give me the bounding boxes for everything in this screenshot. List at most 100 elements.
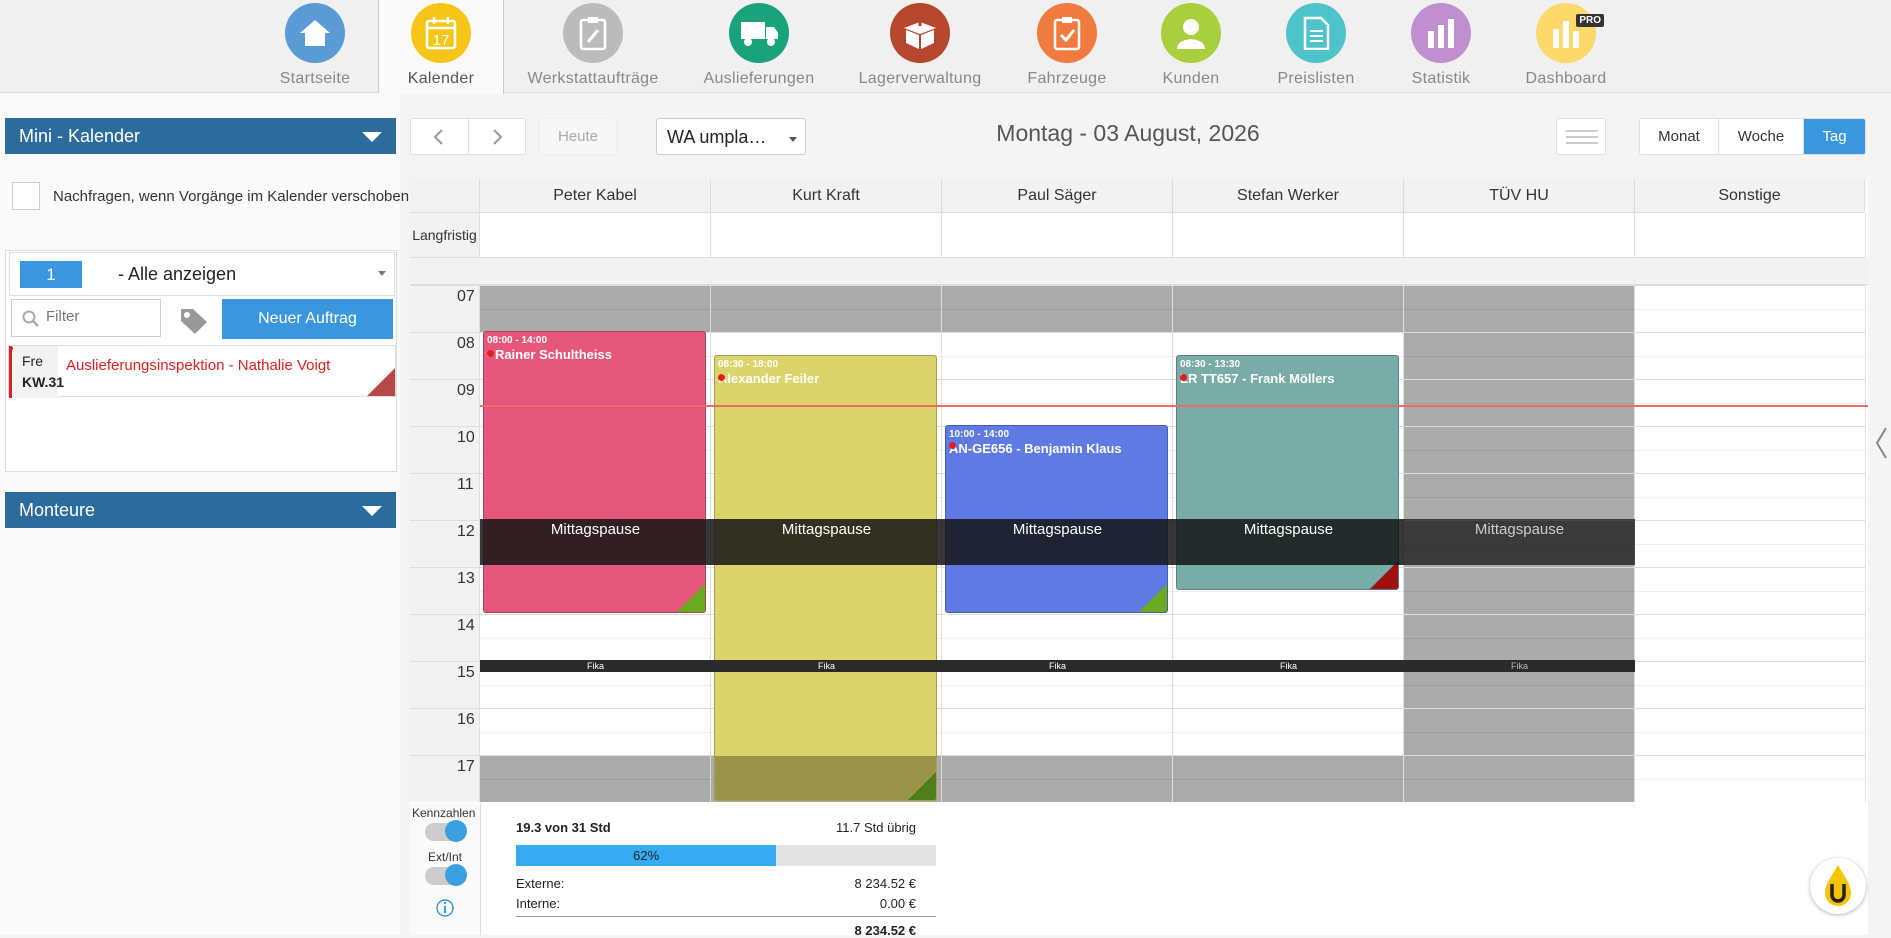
time-slot[interactable] (1404, 614, 1635, 661)
half-hour-line (1404, 356, 1634, 357)
view-monat-button[interactable]: Monat (1640, 119, 1718, 154)
time-slot[interactable] (1404, 379, 1635, 426)
view-tag-button[interactable]: Tag (1803, 119, 1865, 154)
half-hour-line (480, 685, 710, 686)
dashboard-icon: PRO (1536, 3, 1604, 63)
time-slot[interactable] (1635, 426, 1866, 473)
longterm-cell[interactable] (1404, 213, 1635, 258)
time-slot[interactable] (1173, 755, 1404, 802)
time-slot[interactable] (1404, 755, 1635, 802)
half-hour-line (1635, 638, 1865, 639)
chevron-left-icon[interactable] (431, 128, 447, 146)
longterm-cell[interactable] (1173, 213, 1404, 258)
half-hour-line (480, 638, 710, 639)
time-slot[interactable] (480, 755, 711, 802)
time-slot[interactable] (1404, 332, 1635, 379)
time-slot[interactable] (1635, 473, 1866, 520)
nav-label: Fahrzeuge (1027, 70, 1107, 87)
time-slot[interactable] (1404, 708, 1635, 755)
time-slot[interactable] (1173, 285, 1404, 332)
chevron-down-icon[interactable] (362, 506, 382, 516)
time-slot[interactable] (1404, 426, 1635, 473)
info-icon[interactable] (435, 898, 455, 918)
event-time: 08:30 - 18:00 (718, 358, 779, 370)
nav-item-kalender[interactable]: 17 Kalender (378, 0, 504, 94)
time-slot[interactable] (1635, 567, 1866, 614)
monteure-header[interactable]: Monteure (5, 492, 396, 528)
half-hour-line (1173, 309, 1403, 310)
lunch-break: Mittagspause (480, 519, 711, 565)
time-slot[interactable] (1404, 473, 1635, 520)
time-slot[interactable] (1173, 708, 1404, 755)
hours-left: 11.7 Std übrig (836, 820, 916, 835)
time-slot[interactable] (1635, 755, 1866, 802)
nav-item-lagerverwaltung[interactable]: Lagerverwaltung (846, 0, 994, 93)
nav-item-werkstattaufträge[interactable]: Werkstattaufträge (513, 0, 673, 93)
time-slot[interactable] (480, 285, 711, 332)
time-slot[interactable] (711, 285, 942, 332)
column-header: Kurt Kraft (711, 179, 942, 213)
user-icon (1161, 3, 1221, 63)
home-icon (285, 3, 345, 63)
longterm-cell[interactable] (711, 213, 942, 258)
tag-icon[interactable] (177, 305, 209, 335)
longterm-cell[interactable] (942, 213, 1173, 258)
nav-item-preislisten[interactable]: Preislisten (1261, 0, 1371, 93)
nav-label: Preislisten (1277, 70, 1355, 87)
time-slot[interactable] (1635, 708, 1866, 755)
time-slot[interactable] (942, 614, 1173, 661)
time-slot[interactable] (942, 708, 1173, 755)
chevron-right-icon[interactable] (489, 128, 505, 146)
collapse-right-icon[interactable] (1874, 426, 1888, 460)
time-slot[interactable] (1404, 285, 1635, 332)
calendar-event[interactable]: 08:00 - 14:00- Rainer Schultheiss (483, 331, 706, 613)
menu-button[interactable] (1556, 118, 1606, 155)
event-title: Alexander Feiler (718, 370, 820, 386)
time-slot[interactable] (1635, 285, 1866, 332)
kennzahlen-toggle[interactable] (425, 820, 467, 842)
time-slot[interactable] (942, 285, 1173, 332)
assistant-button[interactable] (1810, 858, 1866, 914)
time-slot[interactable] (1635, 661, 1866, 708)
time-slot[interactable] (480, 614, 711, 661)
half-hour-line (1635, 779, 1865, 780)
time-slot[interactable] (1635, 614, 1866, 661)
box-icon (890, 3, 950, 63)
nav-item-statistik[interactable]: Statistik (1386, 0, 1496, 93)
sum-divider (516, 916, 936, 917)
filter-input-wrap[interactable] (11, 299, 161, 337)
document-icon (1286, 3, 1346, 63)
extint-toggle[interactable] (425, 864, 467, 886)
filter-input[interactable] (46, 308, 156, 325)
order-list-item[interactable]: Fre KW.31 Auslieferungsinspektion - Nath… (8, 345, 396, 398)
new-order-button[interactable]: Neuer Auftrag (222, 299, 393, 339)
time-slot[interactable] (942, 755, 1173, 802)
time-slot[interactable] (1635, 520, 1866, 567)
nav-label: Werkstattaufträge (527, 70, 659, 87)
view-woche-button[interactable]: Woche (1718, 119, 1803, 154)
chevron-down-icon[interactable] (362, 132, 382, 142)
status-dot (487, 350, 494, 357)
calendar-event[interactable]: 08:30 - 18:00 Alexander Feiler (714, 354, 937, 801)
truck-icon (729, 3, 789, 63)
longterm-cell[interactable] (480, 213, 711, 258)
nav-item-auslieferungen[interactable]: Auslieferungen (692, 0, 827, 93)
mini-calendar-header[interactable]: Mini - Kalender (5, 118, 396, 154)
nav-item-dashboard[interactable]: PRO Dashboard (1501, 0, 1631, 93)
view-select[interactable]: WA umpla… (656, 118, 806, 155)
time-slot[interactable] (942, 332, 1173, 379)
ask-checkbox[interactable] (12, 182, 40, 210)
time-slot[interactable] (1173, 614, 1404, 661)
nav-item-fahrzeuge[interactable]: Fahrzeuge (1012, 0, 1122, 93)
hour-label: 11 (410, 473, 480, 520)
time-slot[interactable] (942, 379, 1173, 426)
time-slot[interactable] (480, 708, 711, 755)
longterm-cell[interactable] (1635, 213, 1866, 258)
today-button[interactable]: Heute (539, 118, 617, 155)
nav-item-startseite[interactable]: Startseite (260, 0, 370, 93)
nav-item-kunden[interactable]: Kunden (1136, 0, 1246, 93)
time-slot[interactable] (1635, 379, 1866, 426)
time-slot[interactable] (1635, 332, 1866, 379)
time-slot[interactable] (1404, 567, 1635, 614)
filter-select[interactable]: 1 - Alle anzeigen (9, 252, 395, 296)
